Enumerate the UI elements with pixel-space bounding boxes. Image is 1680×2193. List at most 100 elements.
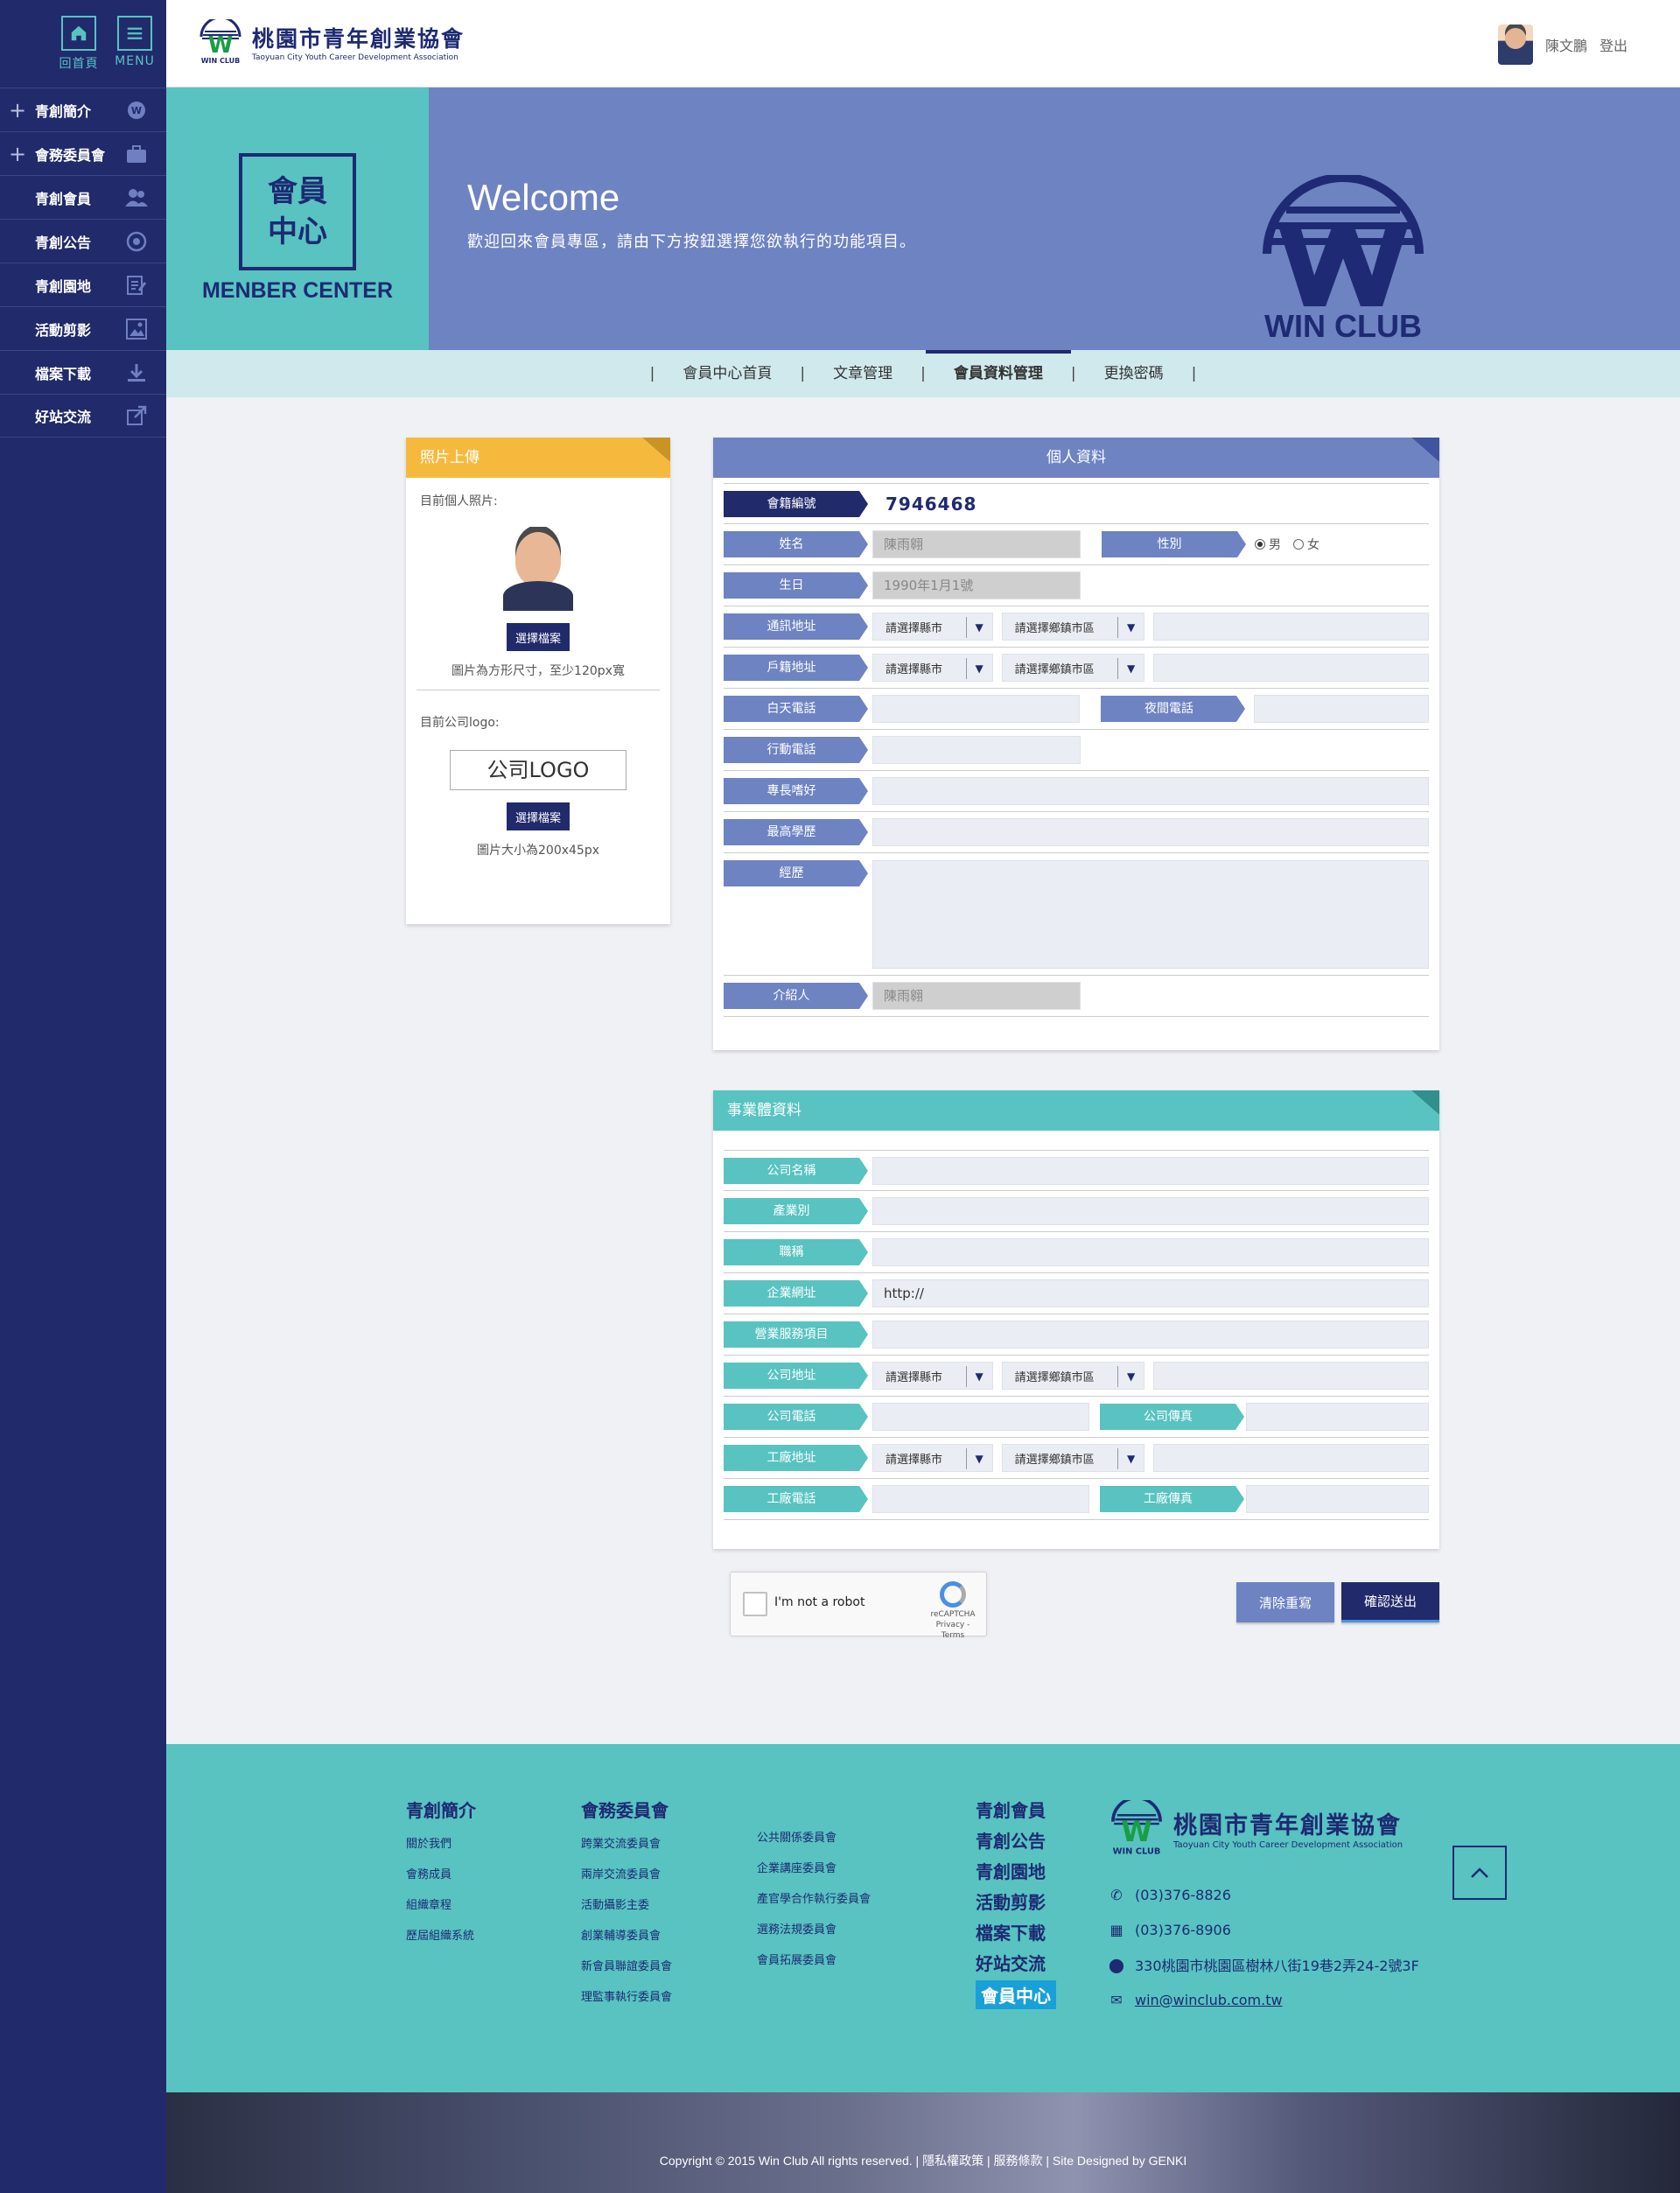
footer-link[interactable]: 跨業交流委員會: [581, 1834, 672, 1865]
website-field[interactable]: http://: [872, 1279, 1429, 1307]
sidebar-item-gallery[interactable]: 活動剪影: [0, 306, 166, 350]
logout-link[interactable]: 登出: [1600, 34, 1628, 55]
footer-link[interactable]: 檔案下載: [976, 1919, 1056, 1950]
birthday-field[interactable]: 1990年1月1號: [872, 571, 1081, 599]
experience-textarea[interactable]: [872, 860, 1429, 969]
footer-link[interactable]: 歷屆組織系統: [406, 1926, 476, 1957]
job-title-field[interactable]: [872, 1238, 1429, 1266]
reg-address-row: 戶籍地址 請選擇縣市 ▼ 請選擇鄉鎮市區 ▼: [724, 648, 1429, 689]
sidebar-item-downloads[interactable]: 檔案下載: [0, 350, 166, 394]
chevron-down-icon: ▼: [1117, 1366, 1144, 1387]
sidebar-item-members[interactable]: 青創會員: [0, 175, 166, 219]
tab-password[interactable]: 更換密碼: [1076, 350, 1192, 397]
fold-corner: [1411, 438, 1439, 462]
factory-district-select[interactable]: 請選擇鄉鎮市區 ▼: [1001, 1444, 1145, 1472]
name-field[interactable]: 陳雨翱: [872, 530, 1081, 558]
footer-contact: ✆ (03)376-8826 ▦ (03)376-8906 ⬤ 330桃園市桃園…: [1109, 1877, 1419, 2017]
user-name[interactable]: 陳文鵬: [1545, 34, 1587, 55]
gender-female-radio[interactable]: 女: [1293, 536, 1320, 553]
footer-link[interactable]: 公共關係委員會: [757, 1828, 871, 1859]
globe-icon: [124, 229, 149, 254]
back-to-top-button[interactable]: [1452, 1846, 1507, 1900]
website-row: 企業網址 http://: [724, 1273, 1429, 1314]
home-label: 回首頁: [59, 57, 99, 71]
footer-link[interactable]: 活動剪影: [976, 1888, 1056, 1919]
footer-link[interactable]: 新會員聯誼委員會: [581, 1957, 672, 1987]
business-card-title: 事業體資料: [727, 1102, 802, 1119]
footer-logo[interactable]: W WIN CLUB 桃園市青年創業協會 Taoyuan City Youth …: [1109, 1800, 1403, 1856]
choose-logo-button[interactable]: 選擇檔案: [507, 802, 570, 830]
birthday-row: 生日 1990年1月1號: [724, 565, 1429, 606]
company-phone-field[interactable]: [872, 1403, 1090, 1431]
company-field[interactable]: [872, 1156, 1429, 1185]
footer-link[interactable]: 會務成員: [406, 1865, 476, 1895]
tab-articles[interactable]: 文章管理: [805, 350, 920, 397]
hobby-field[interactable]: [872, 777, 1429, 805]
experience-row: 經歷: [724, 853, 1429, 976]
recaptcha-checkbox[interactable]: [743, 1592, 767, 1616]
sidebar-nav: + 青創簡介 W + 會務委員會 青創會員 青創公告 青創園地 活動剪影 檔案下…: [0, 88, 166, 438]
footer-heading[interactable]: 青創簡介: [406, 1797, 476, 1822]
footer-link[interactable]: 青創公告: [976, 1827, 1056, 1858]
mobile-row: 行動電話: [724, 730, 1429, 771]
footer-heading[interactable]: 會務委員會: [581, 1797, 672, 1822]
reg-address-field[interactable]: [1153, 654, 1429, 682]
factory-address-field[interactable]: [1153, 1444, 1429, 1472]
industry-label: 產業別: [724, 1198, 868, 1224]
address: 330桃園市桃園區樹林八街19巷2弄24-2號3F: [1135, 1958, 1419, 1974]
industry-field[interactable]: [872, 1197, 1429, 1225]
sidebar: 回首頁 MENU + 青創簡介 W + 會務委員會 青創會員 青創公告 青創園地…: [0, 0, 166, 2193]
company-fax-field[interactable]: [1246, 1403, 1429, 1431]
footer-link[interactable]: 企業講座委員會: [757, 1859, 871, 1889]
footer-link[interactable]: 創業輔導委員會: [581, 1926, 672, 1957]
footer-link[interactable]: 好站交流: [976, 1950, 1056, 1980]
menu-icon: [117, 16, 152, 51]
reg-district-select[interactable]: 請選擇鄉鎮市區 ▼: [1001, 654, 1145, 682]
company-address-field[interactable]: [1153, 1362, 1429, 1390]
recaptcha-widget: I'm not a robot reCAPTCHA Privacy - Term…: [730, 1572, 987, 1640]
footer-link[interactable]: 理監事執行委員會: [581, 1987, 672, 2018]
sidebar-item-committee[interactable]: + 會務委員會: [0, 131, 166, 175]
mobile-field[interactable]: [872, 736, 1081, 764]
recaptcha-links[interactable]: Privacy - Terms: [928, 1620, 977, 1641]
home-button[interactable]: 回首頁: [58, 16, 100, 88]
footer-link[interactable]: 組織章程: [406, 1895, 476, 1926]
footer-link[interactable]: 青創園地: [976, 1858, 1056, 1888]
tab-member-home[interactable]: 會員中心首頁: [654, 350, 800, 397]
footer-member-center-button[interactable]: 會員中心: [976, 1980, 1056, 2009]
footer-link[interactable]: 青創會員: [976, 1797, 1056, 1827]
footer-link[interactable]: 關於我們: [406, 1834, 476, 1865]
day-phone-field[interactable]: [872, 695, 1081, 723]
submit-button[interactable]: 確認送出: [1341, 1582, 1439, 1622]
mail-district-select[interactable]: 請選擇鄉鎮市區 ▼: [1001, 613, 1145, 641]
choose-photo-button[interactable]: 選擇檔案: [507, 623, 570, 651]
chevron-down-icon: ▼: [1117, 658, 1144, 679]
mail-address-field[interactable]: [1153, 613, 1429, 641]
footer-link[interactable]: 選務法規委員會: [757, 1920, 871, 1951]
sidebar-item-intro[interactable]: + 青創簡介 W: [0, 88, 166, 131]
sidebar-item-announcements[interactable]: 青創公告: [0, 219, 166, 263]
company-district-select[interactable]: 請選擇鄉鎮市區 ▼: [1001, 1362, 1145, 1390]
footer-link[interactable]: 產官學合作執行委員會: [757, 1889, 871, 1920]
footer-link[interactable]: 會員拓展委員會: [757, 1951, 871, 1981]
email-link[interactable]: win@winclub.com.tw: [1135, 1992, 1283, 2008]
gender-male-radio[interactable]: 男: [1255, 536, 1281, 553]
services-field[interactable]: [872, 1321, 1429, 1349]
site-logo[interactable]: W WIN CLUB 桃園市青年創業協會 Taoyuan City Youth …: [198, 19, 465, 65]
mail-city-select[interactable]: 請選擇縣市 ▼: [872, 613, 993, 641]
factory-fax-field[interactable]: [1246, 1485, 1429, 1513]
footer-link[interactable]: 兩岸交流委員會: [581, 1865, 672, 1895]
menu-button[interactable]: MENU: [114, 16, 156, 88]
referrer-field[interactable]: 陳雨翱: [872, 982, 1081, 1010]
clear-button[interactable]: 清除重寫: [1236, 1582, 1334, 1622]
footer-link[interactable]: 活動攝影主委: [581, 1895, 672, 1926]
company-city-select[interactable]: 請選擇縣市 ▼: [872, 1362, 993, 1390]
factory-city-select[interactable]: 請選擇縣市 ▼: [872, 1444, 993, 1472]
factory-phone-field[interactable]: [872, 1485, 1090, 1513]
night-phone-field[interactable]: [1254, 695, 1429, 723]
reg-city-select[interactable]: 請選擇縣市 ▼: [872, 654, 993, 682]
education-field[interactable]: [872, 818, 1429, 846]
sidebar-item-garden[interactable]: 青創園地: [0, 263, 166, 306]
sidebar-item-links[interactable]: 好站交流: [0, 394, 166, 438]
tab-profile[interactable]: 會員資料管理: [925, 350, 1071, 397]
